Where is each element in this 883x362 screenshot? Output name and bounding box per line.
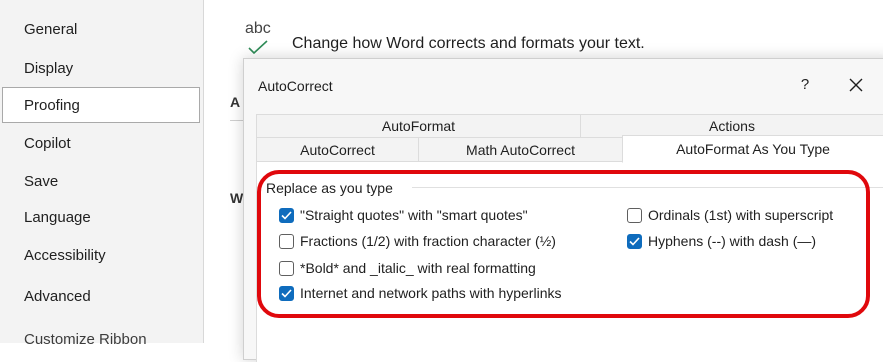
tab-autoformat[interactable]: AutoFormat xyxy=(256,114,581,138)
help-button[interactable]: ? xyxy=(791,73,819,97)
proofing-header-text: Change how Word corrects and formats you… xyxy=(292,35,645,52)
close-icon[interactable] xyxy=(842,73,870,97)
sidebar-item-customize-ribbon[interactable]: Customize Ribbon xyxy=(0,322,203,358)
background-divider xyxy=(230,120,244,121)
sidebar-item-display[interactable]: Display xyxy=(0,51,203,87)
sidebar-item-language[interactable]: Language xyxy=(0,200,203,236)
tab-autoformat-as-you-type[interactable]: AutoFormat As You Type xyxy=(622,135,883,163)
highlight-annotation xyxy=(257,170,870,318)
sidebar-item-general[interactable]: General xyxy=(0,12,203,48)
tab-autocorrect[interactable]: AutoCorrect xyxy=(256,137,419,162)
proofing-check-icon xyxy=(248,40,268,54)
background-section-fragment-w: W xyxy=(230,190,244,206)
dialog-title: AutoCorrect xyxy=(258,78,333,94)
sidebar-item-accessibility[interactable]: Accessibility xyxy=(0,238,203,274)
proofing-abc-icon: abc xyxy=(245,20,271,37)
sidebar-item-advanced[interactable]: Advanced xyxy=(0,279,203,315)
tab-math-autocorrect[interactable]: Math AutoCorrect xyxy=(418,137,623,162)
background-section-fragment-a: A xyxy=(230,94,241,110)
sidebar-item-save[interactable]: Save xyxy=(0,164,203,200)
sidebar-item-proofing[interactable]: Proofing xyxy=(2,87,200,123)
options-sidebar: General Display Proofing Copilot Save La… xyxy=(0,0,204,348)
sidebar-item-copilot[interactable]: Copilot xyxy=(0,126,203,162)
